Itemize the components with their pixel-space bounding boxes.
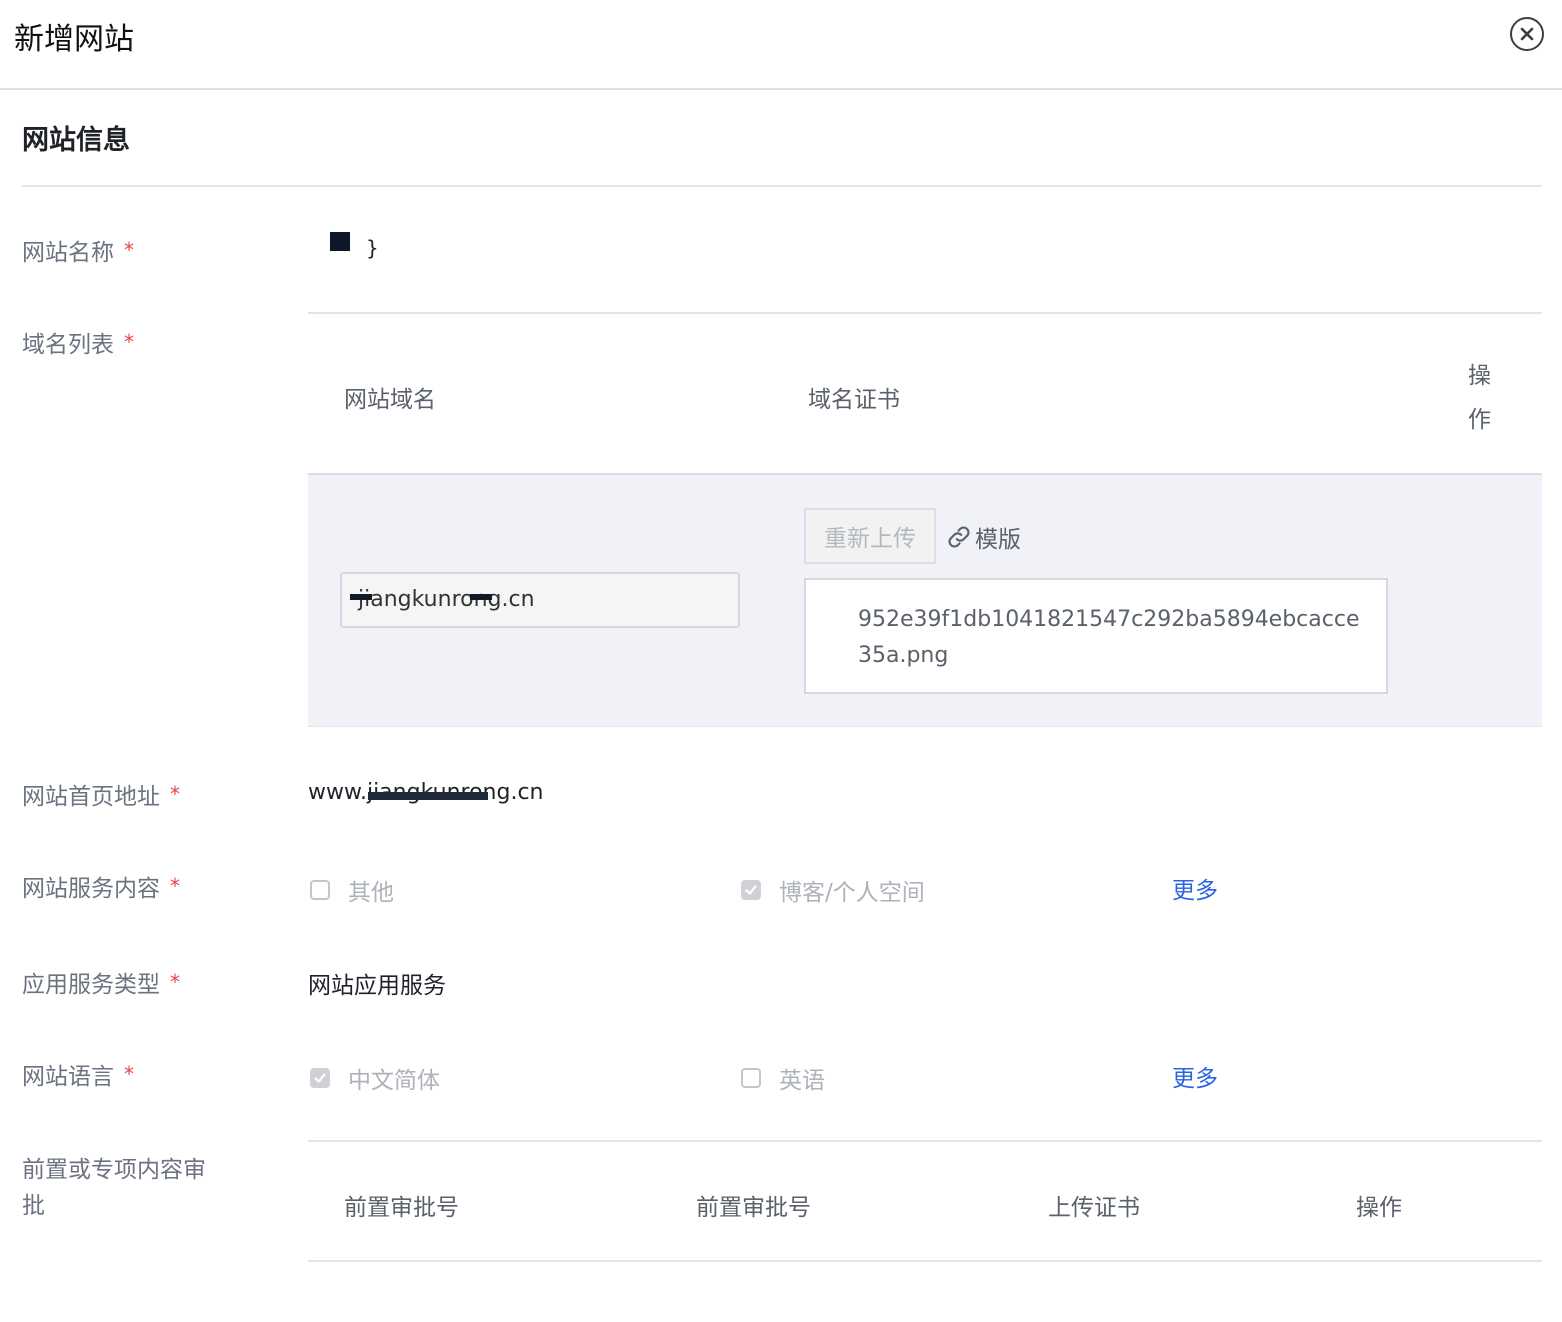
option-label: 英语 <box>779 1068 825 1094</box>
checkbox-checked[interactable] <box>310 1068 330 1088</box>
redaction-mark <box>368 792 488 800</box>
check-icon <box>745 885 757 895</box>
section-divider <box>22 185 1542 187</box>
column-header-ops: 操作 <box>1356 1195 1402 1221</box>
checkbox[interactable] <box>741 1068 761 1088</box>
close-icon <box>1520 27 1534 41</box>
dialog-title: 新增网站 <box>14 22 134 57</box>
required-mark: * <box>124 330 134 354</box>
domain-list-label: 域名列表 * <box>22 330 134 358</box>
close-button[interactable] <box>1510 17 1544 51</box>
site-name-value: } <box>366 236 379 260</box>
approval-label: 前置或专项内容审 批 <box>22 1157 206 1219</box>
column-header-upload-cert: 上传证书 <box>1048 1195 1140 1221</box>
homepage-value: www.jiangkunrong.cn <box>308 780 543 805</box>
approval-table-bottom-border <box>308 1260 1542 1262</box>
option-label: 其他 <box>348 880 394 906</box>
template-link[interactable]: 模版 <box>946 520 1021 554</box>
certificate-file: 952e39f1db1041821547c292ba5894ebcacce35a… <box>804 578 1388 694</box>
template-link-label: 模版 <box>975 527 1021 553</box>
app-service-type-label: 应用服务类型 * <box>22 970 180 998</box>
column-header-approval-no-2: 前置审批号 <box>696 1195 811 1221</box>
language-more-link[interactable]: 更多 <box>1172 1059 1218 1093</box>
language-option-chinese[interactable]: 中文简体 <box>310 1061 440 1095</box>
required-mark: * <box>124 1062 134 1086</box>
app-service-type-value: 网站应用服务 <box>308 973 446 999</box>
column-header-ops: 操 作 <box>1468 363 1491 433</box>
header-divider <box>0 88 1562 90</box>
service-option-other[interactable]: 其他 <box>310 873 394 907</box>
column-header-approval-no: 前置审批号 <box>344 1195 459 1221</box>
required-mark: * <box>170 782 180 806</box>
language-option-english[interactable]: 英语 <box>741 1061 825 1095</box>
service-option-blog[interactable]: 博客/个人空间 <box>741 873 925 907</box>
required-mark: * <box>170 874 180 898</box>
option-label: 博客/个人空间 <box>779 880 925 906</box>
check-icon <box>314 1073 326 1083</box>
site-name-redacted <box>330 232 350 251</box>
redaction-mark <box>350 594 372 600</box>
reupload-button[interactable]: 重新上传 <box>804 508 936 564</box>
section-title: 网站信息 <box>22 125 130 156</box>
link-icon <box>948 526 970 548</box>
required-mark: * <box>170 970 180 994</box>
column-header-domain: 网站域名 <box>344 387 436 413</box>
service-more-link[interactable]: 更多 <box>1172 871 1218 905</box>
service-content-label: 网站服务内容 * <box>22 874 180 902</box>
language-label: 网站语言 * <box>22 1062 134 1090</box>
option-label: 中文简体 <box>348 1068 440 1094</box>
required-mark: * <box>124 238 134 262</box>
approval-table-top-border <box>308 1140 1542 1142</box>
checkbox-checked[interactable] <box>741 880 761 900</box>
redaction-mark <box>470 594 492 600</box>
checkbox[interactable] <box>310 880 330 900</box>
domain-input[interactable]: jiangkunrong.cn <box>340 572 740 628</box>
homepage-label: 网站首页地址 * <box>22 782 180 810</box>
site-name-label: 网站名称 * <box>22 238 134 266</box>
column-header-certificate: 域名证书 <box>808 387 900 413</box>
domain-table-top-border <box>308 312 1542 314</box>
domain-input-value: jiangkunrong.cn <box>358 587 535 612</box>
